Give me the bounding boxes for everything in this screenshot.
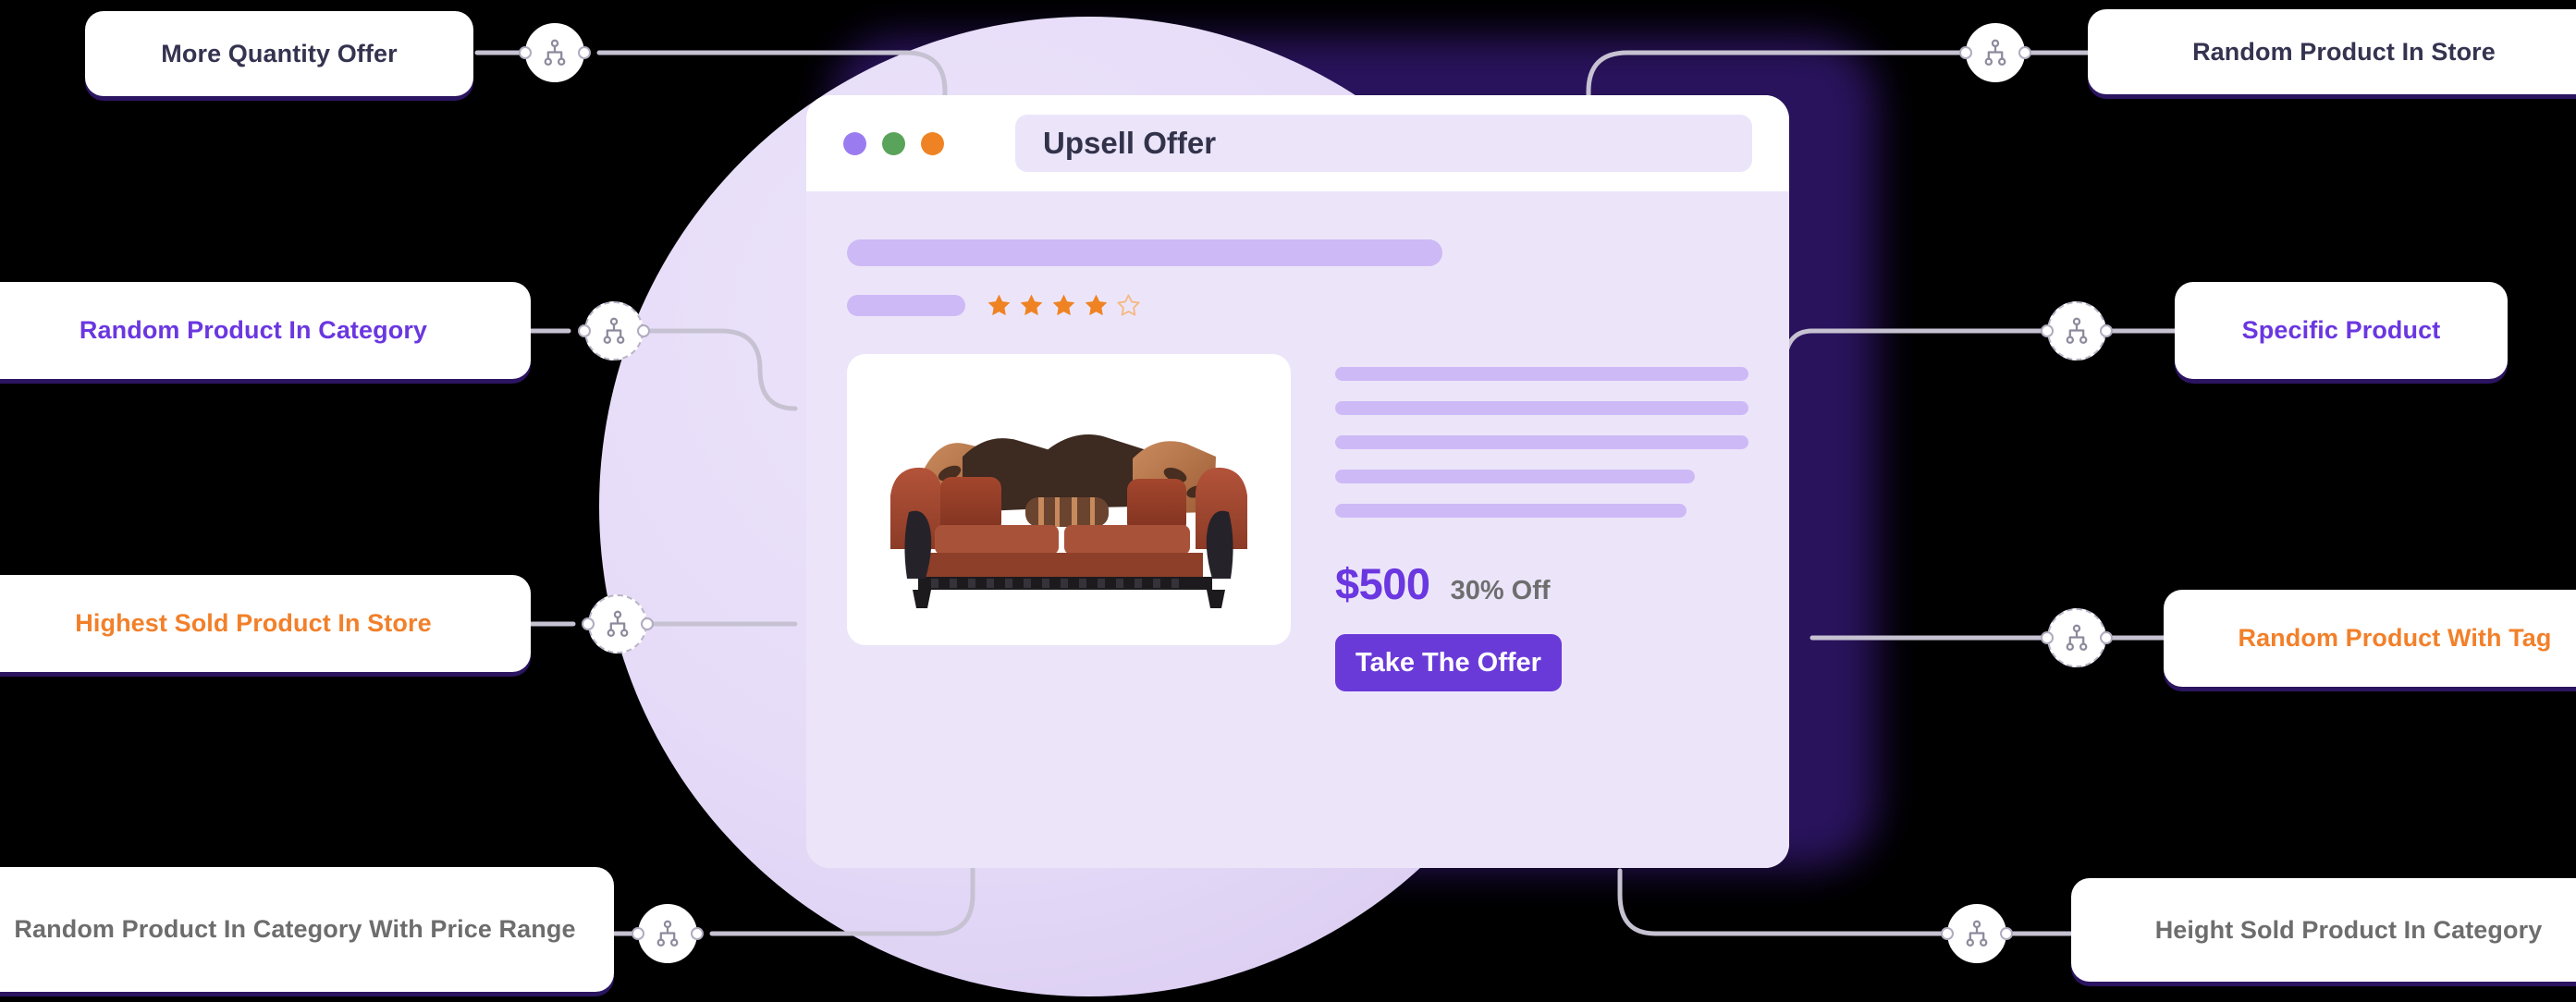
hierarchy-icon (2066, 624, 2088, 651)
connector-dot-left (1959, 46, 1972, 59)
hierarchy-icon (2066, 317, 2088, 344)
product-image-frame (847, 354, 1291, 645)
connector-dot-right (641, 617, 654, 630)
star-filled-icon (1085, 294, 1108, 316)
label-card-random-product-in-store[interactable]: Random Product In Store (2088, 9, 2576, 94)
product-details: $500 30% Off Take The Offer (1335, 354, 1748, 691)
description-line-placeholder (1335, 470, 1695, 483)
orange-dot-icon[interactable] (921, 131, 944, 155)
connector-dot-right (578, 46, 591, 59)
star-filled-icon (1020, 294, 1043, 316)
label-card-random-product-with-tag[interactable]: Random Product With Tag (2164, 590, 2576, 687)
purple-dot-icon[interactable] (843, 131, 866, 155)
browser-content: $500 30% Off Take The Offer (806, 191, 1789, 868)
traffic-lights (843, 131, 944, 155)
connector-dot-right (2100, 631, 2113, 644)
rating-row (847, 292, 1748, 319)
connector-dot-right (2018, 46, 2031, 59)
description-line-placeholder (1335, 504, 1687, 518)
hierarchy-icon (1966, 920, 1988, 947)
product-row: $500 30% Off Take The Offer (847, 354, 1748, 691)
take-the-offer-button[interactable]: Take The Offer (1335, 634, 1562, 691)
connector-dot-left (1941, 927, 1954, 940)
connector-dot-left (582, 617, 595, 630)
connector-dot-left (519, 46, 532, 59)
connector-dot-right (2000, 927, 2013, 940)
hierarchy-icon (656, 920, 679, 947)
price-row: $500 30% Off (1335, 558, 1748, 609)
connector-dot-right (691, 927, 704, 940)
upsell-offer-browser-card: Upsell Offer $500 30% Off Take The Offer (806, 95, 1789, 868)
connector-dot-left (2041, 324, 2054, 337)
star-filled-icon (987, 294, 1011, 316)
connector-dot-right (637, 324, 650, 337)
description-line-placeholder (1335, 367, 1748, 381)
label-card-random-product-in-category[interactable]: Random Product In Category (0, 282, 531, 379)
browser-title-field[interactable]: Upsell Offer (1015, 115, 1752, 172)
hierarchy-icon (544, 39, 566, 66)
product-title-placeholder (847, 239, 1442, 266)
description-line-placeholder (1335, 435, 1748, 449)
sofa-image (890, 434, 1247, 608)
node-highest-sold-product-in-store[interactable] (582, 594, 654, 654)
node-specific-product[interactable] (2041, 301, 2113, 360)
label-card-height-sold-product-in-category[interactable]: Height Sold Product In Category (2071, 878, 2576, 982)
node-random-product-in-category-with-price-range[interactable] (632, 904, 704, 963)
browser-titlebar: Upsell Offer (806, 95, 1789, 191)
label-card-specific-product[interactable]: Specific Product (2175, 282, 2508, 379)
discount-badge: 30% Off (1450, 576, 1551, 605)
label-text: Highest Sold Product In Store (75, 609, 432, 638)
label-card-highest-sold-product-in-store[interactable]: Highest Sold Product In Store (0, 575, 531, 672)
label-text: Random Product With Tag (2238, 624, 2552, 653)
green-dot-icon[interactable] (882, 131, 905, 155)
connector-dot-right (2100, 324, 2113, 337)
star-outline-icon (1117, 294, 1140, 316)
hierarchy-icon (607, 610, 629, 637)
connector-dot-left (632, 927, 644, 940)
browser-title-text: Upsell Offer (1043, 126, 1217, 160)
label-text: Random Product In Category With Price Ra… (14, 915, 576, 944)
connector-dot-left (578, 324, 591, 337)
connector-dot-left (2041, 631, 2054, 644)
description-line-placeholder (1335, 401, 1748, 415)
illustration-canvas: More Quantity Offer Random Product In Ca… (0, 0, 2576, 1002)
label-card-more-quantity-offer[interactable]: More Quantity Offer (85, 11, 473, 96)
node-random-product-with-tag[interactable] (2041, 608, 2113, 667)
hierarchy-icon (603, 317, 625, 344)
label-text: Height Sold Product In Category (2154, 915, 2543, 944)
star-filled-icon (1052, 294, 1075, 316)
hierarchy-icon (1984, 39, 2006, 66)
node-more-quantity-offer[interactable] (519, 23, 591, 82)
star-rating (986, 292, 1142, 319)
label-text: More Quantity Offer (161, 39, 398, 67)
label-text: Random Product In Category (79, 316, 428, 345)
label-card-random-product-in-category-with-price-range[interactable]: Random Product In Category With Price Ra… (0, 867, 614, 992)
node-height-sold-product-in-category[interactable] (1941, 904, 2013, 963)
node-random-product-in-category[interactable] (578, 301, 650, 360)
label-text: Specific Product (2241, 316, 2441, 345)
product-subtitle-placeholder (847, 295, 965, 316)
label-text: Random Product In Store (2192, 37, 2496, 66)
price-value: $500 (1335, 559, 1430, 608)
node-random-product-in-store[interactable] (1959, 23, 2031, 82)
